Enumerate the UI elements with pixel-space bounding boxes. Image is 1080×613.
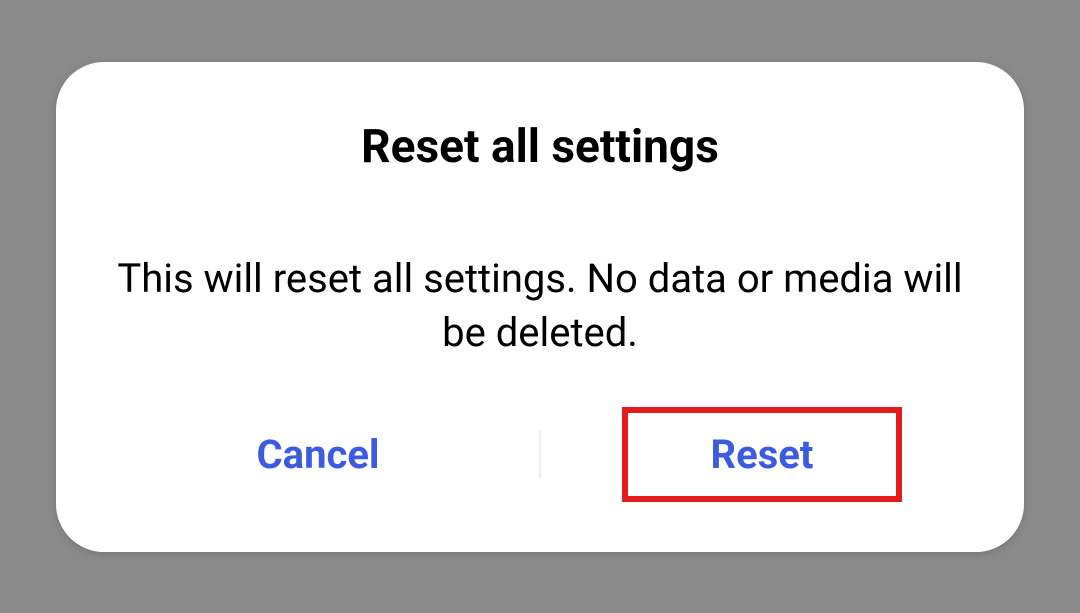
dialog-button-row: Cancel Reset [96, 407, 984, 502]
dialog-message: This will reset all settings. No data or… [96, 252, 984, 387]
reset-highlight-box: Reset [622, 407, 902, 502]
reset-button-wrapper: Reset [540, 407, 984, 502]
dialog-title: Reset all settings [96, 120, 984, 174]
reset-settings-dialog: Reset all settings This will reset all s… [56, 62, 1024, 552]
reset-button[interactable]: Reset [628, 413, 896, 496]
cancel-button[interactable]: Cancel [96, 413, 540, 496]
button-divider [539, 430, 541, 478]
